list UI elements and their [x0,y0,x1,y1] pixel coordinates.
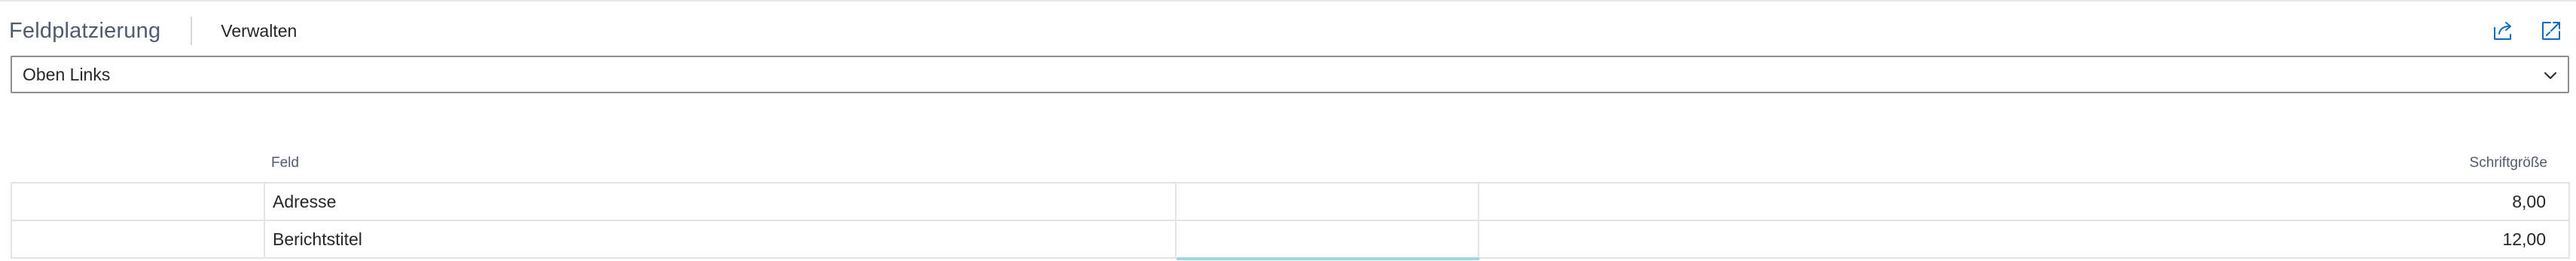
placement-select[interactable]: Oben Links [11,56,2569,93]
table-header: Feld Schriftgröße [11,149,2570,184]
share-icon[interactable] [2490,18,2516,44]
row-selector[interactable] [12,221,265,257]
font-size-cell[interactable]: 12,00 [1479,221,2568,257]
top-divider [0,0,2576,2]
manage-action-button[interactable]: Verwalten [221,21,297,41]
column-header-font-size[interactable]: Schriftgröße [2470,155,2547,171]
page: Feldplatzierung Verwalten Oben Links Fel… [0,0,2576,261]
row-selector[interactable] [12,184,265,220]
field-cell[interactable]: Adresse [265,184,1177,220]
table-row[interactable]: Adresse 8,00 [11,184,2570,221]
title-divider [191,17,193,45]
page-title: Feldplatzierung [9,18,161,43]
field-cell[interactable]: Berichtstitel [265,221,1177,257]
empty-cell[interactable] [1177,221,1479,260]
empty-cell[interactable] [1177,184,1479,220]
placement-select-value: Oben Links [23,64,111,84]
chevron-down-icon [2544,72,2556,79]
header-actions [2490,12,2564,50]
expand-icon[interactable] [2538,18,2564,44]
column-header-field[interactable]: Feld [271,155,299,171]
field-table: Feld Schriftgröße Adresse 8,00 Berichtst… [11,149,2570,260]
page-header: Feldplatzierung Verwalten [9,12,2570,50]
font-size-cell[interactable]: 8,00 [1479,184,2568,220]
table-row[interactable]: Berichtstitel 12,00 [11,221,2570,260]
